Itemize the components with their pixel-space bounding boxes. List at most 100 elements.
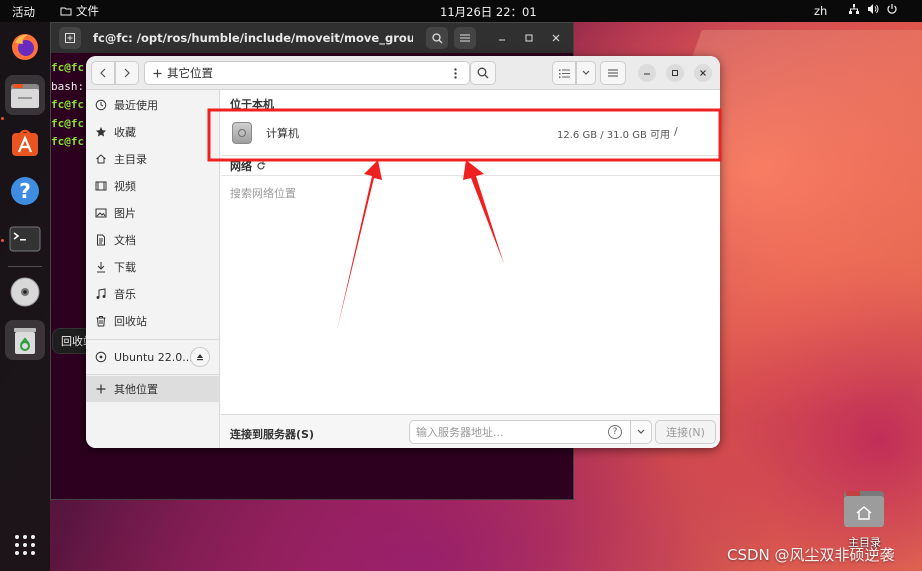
terminal-maximize-button[interactable] — [518, 27, 540, 49]
file-manager-header: 其它位置 — [86, 56, 720, 90]
system-status[interactable] — [848, 3, 898, 15]
sidebar-item-music[interactable]: 音乐 — [86, 281, 220, 307]
trash-icon — [96, 316, 106, 327]
sidebar-item-trash[interactable]: 回收站 — [86, 308, 220, 334]
top-bar: 活动 文件 11月26日 22：01 zh — [0, 0, 922, 22]
dock-terminal[interactable] — [5, 219, 45, 259]
file-manager-window[interactable]: 其它位置 最近使用 收藏 主目录 视频 图片 文档 下载 音乐 回收站 Ubun… — [86, 56, 720, 448]
eject-button[interactable] — [190, 347, 210, 367]
refresh-icon[interactable] — [256, 161, 266, 171]
dock-running-dot — [1, 117, 4, 120]
section-title-network: 网络 — [230, 158, 266, 174]
close-button[interactable] — [694, 64, 712, 82]
terminal-menu-button[interactable] — [454, 27, 476, 49]
show-apps-button[interactable] — [5, 525, 45, 565]
network-icon — [849, 4, 859, 14]
new-tab-button[interactable] — [59, 27, 81, 49]
computer-row[interactable]: 计算机 12.6 GB / 31.0 GB 可用 / — [221, 112, 720, 154]
search-icon — [477, 67, 489, 79]
view-list-button[interactable] — [552, 61, 576, 85]
disc-icon — [10, 277, 40, 307]
sidebar-item-label: 回收站 — [114, 315, 147, 328]
dock-separator — [8, 266, 42, 267]
help-icon[interactable]: ? — [608, 425, 622, 439]
power-icon — [887, 4, 897, 14]
desktop-home-icon[interactable] — [843, 487, 885, 529]
sidebar-item-label: 音乐 — [114, 288, 136, 301]
volume-icon — [868, 4, 879, 14]
network-placeholder: 搜索网络位置 — [230, 187, 296, 200]
new-tab-icon — [65, 33, 75, 43]
view-options-button[interactable] — [576, 61, 596, 85]
download-icon — [97, 262, 105, 273]
activities-button[interactable]: 活动 — [12, 4, 35, 20]
terminal-search-button[interactable] — [426, 27, 448, 49]
minimize-icon — [644, 73, 650, 75]
maximize-icon — [525, 34, 533, 42]
dock-firefox[interactable] — [5, 27, 45, 67]
dock-running-dot — [1, 239, 4, 242]
dock-disc[interactable] — [5, 272, 45, 312]
terminal-title: fc@fc: /opt/ros/humble/include/moveit/mo… — [93, 31, 413, 45]
sidebar-item-documents[interactable]: 文档 — [86, 227, 220, 253]
music-icon — [96, 288, 106, 299]
dock-files[interactable] — [5, 75, 45, 115]
row-divider — [221, 155, 720, 156]
dock-trash[interactable] — [5, 320, 45, 360]
chevron-right-icon — [124, 68, 130, 78]
video-icon — [95, 181, 107, 191]
search-button[interactable] — [470, 61, 496, 85]
star-icon — [96, 127, 106, 137]
path-menu-button[interactable] — [443, 62, 467, 84]
maximize-button[interactable] — [666, 64, 684, 82]
sidebar-item-pictures[interactable]: 图片 — [86, 200, 220, 226]
row-divider — [221, 175, 720, 176]
app-menu-label: 文件 — [76, 4, 99, 18]
sidebar-item-downloads[interactable]: 下载 — [86, 254, 220, 280]
chevron-down-icon — [637, 429, 645, 434]
sidebar-item-other-locations[interactable]: 其他位置 — [86, 376, 220, 402]
input-language[interactable]: zh — [814, 4, 827, 18]
sidebar-item-label: 文档 — [114, 234, 136, 247]
section-title-on-this-computer: 位于本机 — [230, 98, 274, 111]
sidebar-item-recent[interactable]: 最近使用 — [86, 92, 220, 118]
network-label: 网络 — [230, 160, 252, 173]
plus-icon — [153, 69, 162, 77]
sidebar-item-videos[interactable]: 视频 — [86, 173, 220, 199]
search-icon — [431, 32, 442, 43]
terminal-header: fc@fc: /opt/ros/humble/include/moveit/mo… — [51, 23, 573, 53]
sidebar-separator — [86, 339, 220, 340]
app-menu[interactable]: 文件 — [60, 3, 99, 19]
path-bar[interactable]: 其它位置 — [144, 61, 470, 85]
terminal-minimize-button[interactable] — [491, 27, 513, 49]
minimize-button[interactable] — [638, 64, 656, 82]
dock-help[interactable]: ? — [5, 171, 45, 211]
server-address-input[interactable] — [409, 420, 631, 444]
back-button[interactable] — [91, 61, 115, 85]
clock-icon — [95, 99, 107, 111]
dock-software[interactable] — [5, 123, 45, 163]
main-menu-button[interactable] — [600, 61, 626, 85]
sidebar-item-starred[interactable]: 收藏 — [86, 119, 220, 145]
server-history-dropdown[interactable] — [631, 420, 652, 444]
forward-button[interactable] — [115, 61, 139, 85]
main-content: 位于本机 计算机 12.6 GB / 31.0 GB 可用 / 网络 搜索网络位… — [221, 90, 720, 448]
sidebar-item-label: Ubuntu 22.0... — [114, 350, 193, 364]
connect-button[interactable]: 连接(N) — [655, 420, 716, 444]
computer-name: 计算机 — [266, 127, 299, 140]
connect-label: 连接到服务器(S) — [230, 428, 314, 441]
mount-point: / — [674, 125, 678, 138]
maximize-icon — [672, 70, 678, 76]
clock[interactable]: 11月26日 22：01 — [440, 4, 537, 20]
drive-icon — [232, 122, 252, 144]
connect-to-server-bar: 连接到服务器(S) ? 连接(N) — [221, 414, 720, 448]
document-icon — [97, 234, 105, 246]
dock: ? — [0, 22, 50, 571]
terminal-icon — [9, 226, 41, 252]
sidebar-item-home[interactable]: 主目录 — [86, 146, 220, 172]
sidebar-item-label: 收藏 — [114, 126, 136, 139]
files-icon — [11, 84, 39, 108]
terminal-close-button[interactable] — [545, 27, 567, 49]
sidebar-item-label: 图片 — [114, 207, 136, 220]
sidebar-separator — [86, 374, 220, 375]
